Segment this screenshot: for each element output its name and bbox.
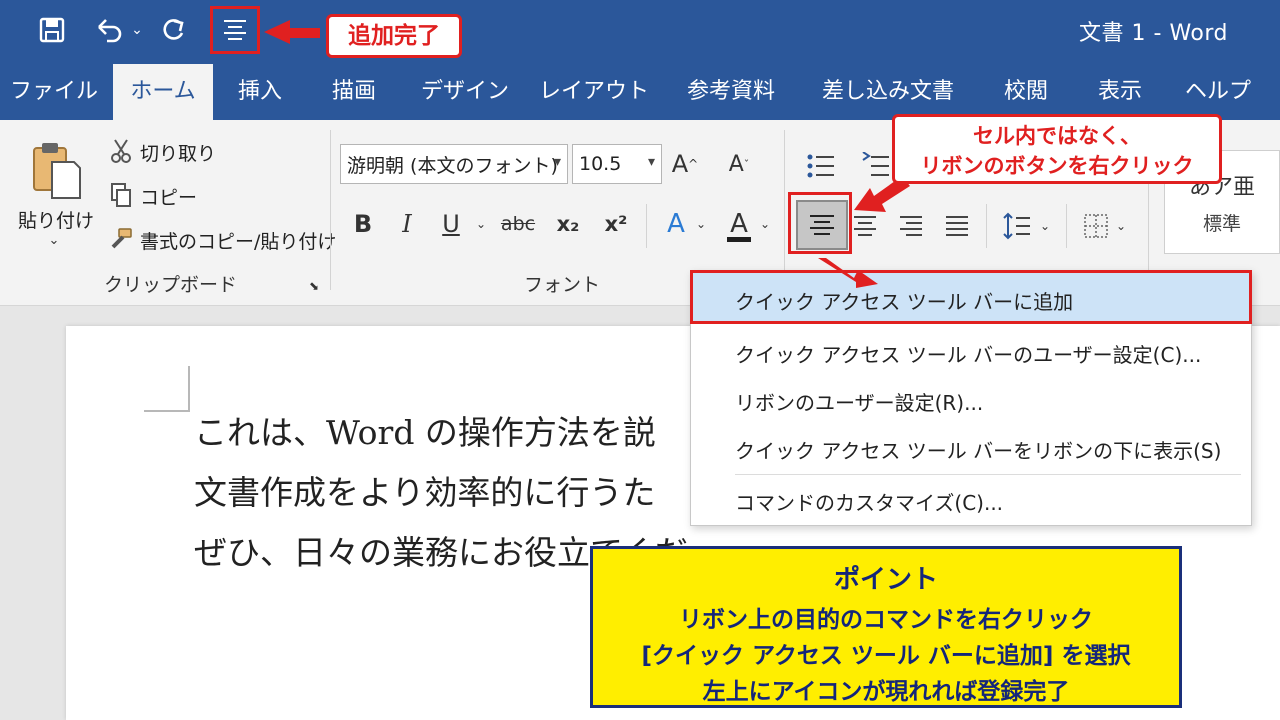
undo-icon[interactable] [92,10,128,50]
tab-layout[interactable]: レイアウト [538,64,650,120]
point-summary-box: ポイント リボン上の目的のコマンドを右クリック [クイック アクセス ツール バ… [590,546,1182,708]
document-line[interactable]: これは、Word の操作方法を説 [194,406,656,454]
paste-button[interactable]: 貼り付け [8,206,104,232]
qat-highlight-box [210,6,260,54]
text-effects-icon[interactable]: A [660,204,692,244]
copy-button[interactable]: コピー [140,182,197,210]
point-title: ポイント [833,565,938,595]
grow-font-icon[interactable]: A ^ [668,146,702,182]
font-name-dropdown[interactable]: 游明朝 (本文のフォント) ▾ [340,144,568,184]
scissors-icon [108,136,134,166]
customize-qat-icon[interactable]: – [276,10,296,50]
font-name-value: 游明朝 (本文のフォント) [347,154,558,177]
subscript-button[interactable]: x₂ [552,204,584,244]
cut-button[interactable]: 切り取り [140,138,216,166]
font-color-icon[interactable]: A [722,204,756,248]
chevron-down-icon: ▾ [553,154,561,170]
group-divider [784,130,785,290]
right-click-ribbon-callout: セル内ではなく、 リボンのボタンを右クリック [892,114,1222,184]
menu-item-customize-commands[interactable]: コマンドのカスタマイズ(C)... [735,487,1003,516]
font-size-value: 10.5 [579,153,622,175]
style-name: 標準 [1202,212,1241,235]
format-painter-button[interactable]: 書式のコピー/貼り付け [140,226,336,254]
tab-draw[interactable]: 描画 [316,64,392,120]
ribbon-tabs: ファイル ホーム 挿入 描画 デザイン レイアウト 参考資料 差し込み文書 校閲… [0,64,1280,120]
line-spacing-icon[interactable] [1000,206,1034,246]
text-effects-dropdown-icon[interactable]: ⌄ [694,210,708,238]
tab-insert[interactable]: 挿入 [222,64,298,120]
menu-item-customize-qat[interactable]: クイック アクセス ツール バーのユーザー設定(C)... [735,339,1201,368]
callout-line: セル内ではなく、 [973,124,1141,148]
dialog-launcher-icon[interactable]: ⬊ [306,278,322,294]
borders-icon[interactable] [1080,206,1112,246]
document-line[interactable]: 文書作成をより効率的に行うた [194,466,655,514]
menu-item-highlight-box [690,270,1252,324]
point-line: 左上にアイコンが現れれば登録完了 [702,679,1070,705]
callout-line: リボンのボタンを右クリック [920,154,1194,178]
margin-corner-mark [144,366,190,412]
underline-dropdown-icon[interactable]: ⌄ [474,210,488,238]
point-line: リボン上の目的のコマンドを右クリック [679,607,1093,633]
underline-button[interactable]: U [438,204,464,244]
tab-file[interactable]: ファイル [0,64,108,120]
font-color-dropdown-icon[interactable]: ⌄ [758,210,772,238]
line-spacing-dropdown-icon[interactable]: ⌄ [1038,212,1052,240]
point-line: [クイック アクセス ツール バーに追加] を選択 [641,643,1131,669]
title-bar: ⌄ – 文書 1 - Word [0,0,1280,64]
group-divider [330,130,331,290]
tab-view[interactable]: 表示 [1084,64,1156,120]
borders-dropdown-icon[interactable]: ⌄ [1114,212,1128,240]
added-complete-callout: 追加完了 [326,14,462,58]
superscript-button[interactable]: x² [600,204,632,244]
menu-separator [735,474,1241,475]
numbering-icon[interactable] [860,148,890,184]
divider [986,204,987,248]
font-size-dropdown[interactable]: 10.5 ▾ [572,144,662,184]
paste-dropdown-icon[interactable]: ⌄ [46,230,62,250]
redo-icon[interactable] [158,10,190,50]
strikethrough-button[interactable]: abc [500,204,536,244]
font-group-label: フォント [524,274,601,296]
chevron-down-icon: ▾ [647,154,655,170]
tab-design[interactable]: デザイン [410,64,520,120]
tab-help[interactable]: ヘルプ [1178,64,1258,120]
copy-icon [108,180,134,210]
divider [646,204,647,248]
save-icon[interactable] [32,10,72,50]
menu-item-show-qat-below[interactable]: クイック アクセス ツール バーをリボンの下に表示(S) [735,435,1221,464]
divider [1066,204,1067,248]
tab-references[interactable]: 参考資料 [676,64,786,120]
shrink-font-icon[interactable]: Aˇ [722,146,756,182]
format-painter-icon [108,224,134,254]
tab-review[interactable]: 校閲 [990,64,1062,120]
tab-mailings[interactable]: 差し込み文書 [810,64,966,120]
tab-home[interactable]: ホーム [113,64,213,120]
justify-icon[interactable] [942,206,972,246]
align-center-highlight-box [788,192,852,254]
paste-icon[interactable] [26,136,86,206]
menu-item-customize-ribbon[interactable]: リボンのユーザー設定(R)... [735,387,983,416]
clipboard-group-label: クリップボード [104,274,238,296]
bold-button[interactable]: B [348,204,378,244]
undo-dropdown-icon[interactable]: ⌄ [128,10,146,50]
align-left-icon[interactable] [850,206,880,246]
italic-button[interactable]: I [394,204,420,244]
window-title: 文書 1 - Word [1079,21,1228,46]
align-right-icon[interactable] [896,206,926,246]
bullets-icon[interactable] [802,148,846,184]
